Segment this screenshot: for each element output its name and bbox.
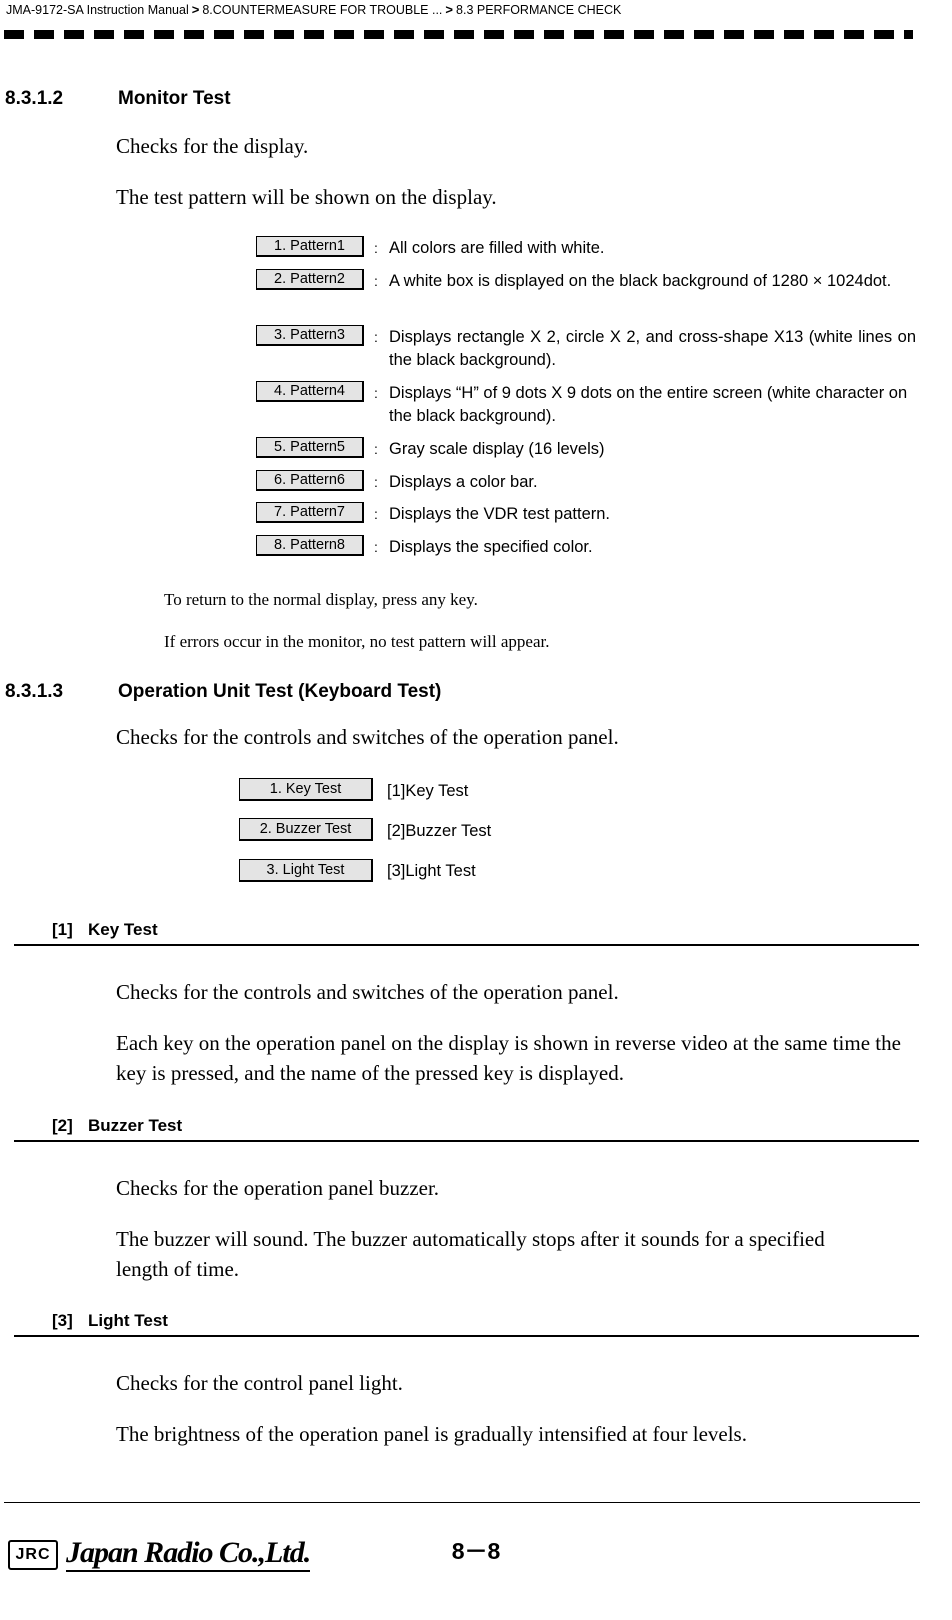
subsection-title-2: Buzzer Test <box>88 1116 183 1135</box>
pattern2-description: A white box is displayed on the black ba… <box>389 272 892 290</box>
button-buzzer-test-label: 2. Buzzer Test <box>259 821 352 837</box>
colon-7: : <box>374 506 378 522</box>
button-pattern4-label: 4. Pattern4 <box>274 383 345 399</box>
buzzer-test-paragraph-2: The buzzer will sound. The buzzer automa… <box>116 1227 825 1281</box>
document-page: JMA-9172-SA Instruction Manual >8.COUNTER… <box>0 0 952 1620</box>
button-key-test[interactable]: 1. Key Test <box>239 778 373 801</box>
colon-3: : <box>374 329 378 345</box>
light-test-item-label: [3]Light Test <box>387 862 476 880</box>
section-number-8-3-1-2: 8.3.1.2 <box>5 88 64 109</box>
subsection-heading-light-test: [3] Light Test <box>52 1311 168 1331</box>
key-test-paragraph-2: Each key on the operation panel on the d… <box>116 1031 901 1085</box>
breadcrumb: JMA-9172-SA Instruction Manual >8.COUNTER… <box>0 0 952 22</box>
pattern7-description: Displays the VDR test pattern. <box>389 505 611 523</box>
monitor-note-2: If errors occur in the monitor, no test … <box>164 632 550 651</box>
subsection-heading-buzzer-test: [2] Buzzer Test <box>52 1116 182 1136</box>
pattern4-description: Displays “H” of 9 dots X 9 dots on the e… <box>389 384 908 425</box>
buzzer-test-paragraph-1: Checks for the operation panel buzzer. <box>116 1176 440 1200</box>
light-test-paragraph-2: The brightness of the operation panel is… <box>116 1422 747 1446</box>
button-pattern6[interactable]: 6. Pattern6 <box>256 470 364 491</box>
buzzer-test-item-label: [2]Buzzer Test <box>387 822 492 840</box>
subsection-number-2: [2] <box>52 1116 73 1135</box>
button-key-test-label: 1. Key Test <box>269 781 342 797</box>
subsection-number-3: [3] <box>52 1311 73 1330</box>
header-dashed-rule <box>4 30 920 40</box>
section-number-8-3-1-3: 8.3.1.3 <box>5 681 64 702</box>
pattern1-description: All colors are filled with white. <box>389 239 605 257</box>
section-title-operation-unit-test: Operation Unit Test (Keyboard Test) <box>118 681 442 702</box>
breadcrumb-manual-title: JMA-9172-SA Instruction Manual <box>6 3 189 17</box>
pattern5-description: Gray scale display (16 levels) <box>389 440 605 458</box>
button-pattern5-label: 5. Pattern5 <box>274 439 345 455</box>
subsection-title-3: Light Test <box>88 1311 168 1330</box>
subsection-heading-key-test: [1] Key Test <box>52 920 158 940</box>
page-number: 8－8 <box>451 1538 501 1564</box>
rule-under-buzzer-test <box>14 1140 919 1142</box>
button-pattern2[interactable]: 2. Pattern2 <box>256 269 364 290</box>
monitor-intro-line-1: Checks for the display. <box>116 134 309 158</box>
colon-4: : <box>374 385 378 401</box>
key-test-item-label: [1]Key Test <box>387 782 469 800</box>
monitor-intro-line-2: The test pattern will be shown on the di… <box>116 185 497 209</box>
colon-1: : <box>374 240 378 256</box>
colon-5: : <box>374 441 378 457</box>
button-pattern8-label: 8. Pattern8 <box>274 537 345 553</box>
button-pattern3[interactable]: 3. Pattern3 <box>256 325 364 346</box>
subsection-title-1: Key Test <box>88 920 158 939</box>
subsection-number-1: [1] <box>52 920 73 939</box>
button-pattern1[interactable]: 1. Pattern1 <box>256 236 364 257</box>
breadcrumb-section: 8.3 PERFORMANCE CHECK <box>456 3 622 17</box>
button-light-test[interactable]: 3. Light Test <box>239 859 373 882</box>
button-pattern8[interactable]: 8. Pattern8 <box>256 535 364 556</box>
button-pattern3-label: 3. Pattern3 <box>274 327 345 343</box>
breadcrumb-separator-1: > <box>191 2 200 17</box>
pattern6-description: Displays a color bar. <box>389 473 538 491</box>
light-test-paragraph-1: Checks for the control panel light. <box>116 1371 403 1395</box>
button-buzzer-test[interactable]: 2. Buzzer Test <box>239 818 373 841</box>
button-pattern6-label: 6. Pattern6 <box>274 472 345 488</box>
button-pattern7-label: 7. Pattern7 <box>274 504 345 520</box>
operation-intro-line: Checks for the controls and switches of … <box>116 725 619 749</box>
button-pattern4[interactable]: 4. Pattern4 <box>256 381 364 402</box>
colon-2: : <box>374 273 378 289</box>
button-pattern7[interactable]: 7. Pattern7 <box>256 502 364 523</box>
button-pattern1-label: 1. Pattern1 <box>274 238 345 254</box>
colon-8: : <box>374 539 378 555</box>
key-test-paragraph-1: Checks for the controls and switches of … <box>116 980 619 1004</box>
breadcrumb-chapter: 8.COUNTERMEASURE FOR TROUBLE ... <box>202 3 443 17</box>
button-pattern2-label: 2. Pattern2 <box>274 271 345 287</box>
footer-rule <box>4 1502 920 1503</box>
breadcrumb-separator-2: > <box>445 2 454 17</box>
monitor-note-1: To return to the normal display, press a… <box>164 590 478 609</box>
pattern8-description: Displays the specified color. <box>389 538 593 556</box>
button-pattern5[interactable]: 5. Pattern5 <box>256 437 364 458</box>
rule-under-key-test <box>14 944 919 946</box>
pattern3-description: Displays rectangle X 2, circle X 2, and … <box>389 328 916 369</box>
rule-under-light-test <box>14 1335 919 1337</box>
button-light-test-label: 3. Light Test <box>266 862 345 878</box>
section-title-monitor-test: Monitor Test <box>118 88 231 109</box>
colon-6: : <box>374 474 378 490</box>
